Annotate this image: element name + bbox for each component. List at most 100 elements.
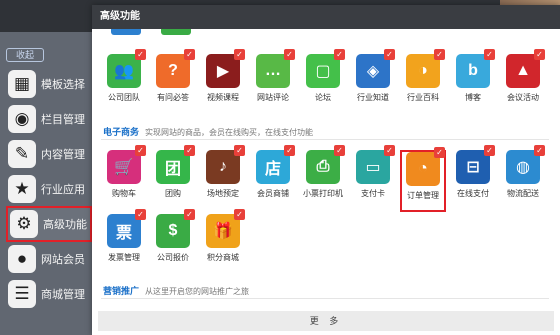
app-name: 公司团队 bbox=[108, 93, 140, 102]
sidebar-item-3[interactable]: ✎ 内容管理 bbox=[6, 136, 92, 172]
app-icon: 🎁 ✓ bbox=[206, 209, 245, 248]
checkmark-icon: ✓ bbox=[184, 49, 195, 60]
app-icon: ▢ ✓ bbox=[306, 49, 345, 88]
app-icon: ▶ ✓ bbox=[206, 49, 245, 88]
star-icon: ★ bbox=[8, 175, 36, 203]
app-glyph: ▶ bbox=[216, 63, 230, 80]
more-button[interactable]: 更 多 bbox=[98, 311, 554, 331]
checkmark-icon: ✓ bbox=[234, 49, 245, 60]
app-icon: … ✓ bbox=[256, 49, 295, 88]
app-tile[interactable]: ◍ ✓ 物流配送 bbox=[500, 145, 546, 212]
checkmark-icon: ✓ bbox=[184, 145, 195, 156]
sidebar-item-6[interactable]: ● 网站会员 bbox=[6, 241, 92, 277]
app-name: 行业百科 bbox=[407, 93, 439, 102]
app-glyph: ◑ bbox=[418, 62, 428, 79]
app-icon: 团 ✓ bbox=[156, 145, 195, 184]
sidebar-item-5[interactable]: ⚙ 高级功能 bbox=[6, 206, 92, 242]
app-icon: ◑ ✓ bbox=[406, 49, 445, 88]
checkmark-icon: ✓ bbox=[484, 145, 495, 156]
checkmark-icon: ✓ bbox=[184, 209, 195, 220]
checkmark-icon: ✓ bbox=[234, 145, 245, 156]
edit-icon: ✎ bbox=[8, 140, 36, 168]
app-glyph: ◍ bbox=[516, 159, 530, 176]
app-tile[interactable]: … ✓ 网站评论 bbox=[250, 49, 296, 116]
app-tile[interactable]: ? ✓ 有问必答 bbox=[150, 49, 196, 116]
sidebar-item-label: 行业应用 bbox=[41, 184, 85, 196]
app-tile[interactable]: 团 ✓ 团购 bbox=[150, 145, 196, 212]
checkmark-icon: ✓ bbox=[135, 49, 146, 60]
app-tile[interactable]: ◔ ✓ 订单管理 bbox=[400, 147, 446, 212]
app-icon: 👥 ✓ bbox=[107, 49, 146, 88]
app-glyph: ▢ bbox=[315, 63, 331, 80]
section-marketing-title: 营销推广 bbox=[103, 286, 140, 296]
app-name: 小票打印机 bbox=[303, 189, 343, 198]
app-glyph: 店 bbox=[264, 161, 281, 178]
app-name: 物流配送 bbox=[507, 189, 539, 198]
app-name: 团购 bbox=[165, 189, 181, 198]
checkmark-icon: ✓ bbox=[534, 49, 545, 60]
app-icon: ⎙ ✓ bbox=[306, 145, 345, 184]
app-glyph: ▲ bbox=[515, 62, 531, 79]
modal-body: 👥 ✓ 公司团队? ✓ 有问必答 ▶ ✓ 视频课程… ✓ 网站评论 ▢ ✓ 论坛 ◈ ✓ 行业知道 ◑ ✓ 行业百科… bbox=[92, 29, 560, 335]
app-tile[interactable]: $ ✓ 公司报价 bbox=[150, 209, 196, 276]
app-tile[interactable]: b ✓ 博客 bbox=[450, 49, 496, 116]
app-name: 积分商城 bbox=[207, 253, 239, 262]
app-icon: ◔ ✓ bbox=[406, 147, 445, 186]
app-icon: ▭ ✓ bbox=[356, 145, 395, 184]
app-glyph: ♪ bbox=[219, 158, 227, 175]
app-tile[interactable]: ♪ ✓ 场地预定 bbox=[200, 145, 246, 212]
app-tile[interactable]: ◑ ✓ 行业百科 bbox=[400, 49, 446, 116]
app-glyph: 🎁 bbox=[213, 223, 233, 240]
section-marketing-subtitle: 从这里开启您的网站推广之旅 bbox=[145, 287, 250, 296]
section-ecommerce-subtitle: 实现网站的商品，会员在线购买，在线支付功能 bbox=[145, 128, 314, 137]
app-tile[interactable]: ⊟ ✓ 在线支付 bbox=[450, 145, 496, 212]
sidebar-item-1[interactable]: ▦ 模板选择 bbox=[6, 66, 92, 102]
app-tile[interactable]: ◈ ✓ 行业知道 bbox=[350, 49, 396, 116]
app-glyph: ? bbox=[168, 62, 178, 79]
sidebar-item-label: 网站会员 bbox=[41, 254, 85, 266]
collapse-button[interactable]: 收起 bbox=[6, 48, 44, 62]
app-tile[interactable]: ▲ ✓ 会议活动 bbox=[500, 49, 546, 116]
app-glyph: ▭ bbox=[365, 159, 381, 176]
checkmark-icon: ✓ bbox=[384, 145, 395, 156]
checkmark-icon: ✓ bbox=[284, 145, 295, 156]
app-name: 场地预定 bbox=[207, 189, 239, 198]
app-name: 订单管理 bbox=[407, 191, 439, 200]
app-glyph: … bbox=[265, 62, 281, 79]
divider bbox=[101, 298, 549, 299]
checkmark-icon: ✓ bbox=[334, 49, 345, 60]
app-tile[interactable]: ▭ ✓ 支付卡 bbox=[350, 145, 396, 212]
app-name: 支付卡 bbox=[361, 189, 385, 198]
sidebar-item-2[interactable]: ◉ 栏目管理 bbox=[6, 101, 92, 137]
checkmark-icon: ✓ bbox=[434, 49, 445, 60]
app-icon: ? ✓ bbox=[156, 49, 195, 88]
sidebar-item-label: 商城管理 bbox=[41, 289, 85, 301]
app-icon: $ ✓ bbox=[156, 209, 195, 248]
app-tile[interactable]: 店 ✓ 会员商铺 bbox=[250, 145, 296, 212]
app-name: 博客 bbox=[465, 93, 481, 102]
checkmark-icon: ✓ bbox=[135, 209, 146, 220]
cart-icon: ☰ bbox=[8, 280, 36, 308]
app-icon: ▲ ✓ bbox=[506, 49, 545, 88]
checkmark-icon: ✓ bbox=[484, 49, 495, 60]
app-tile[interactable]: 票 ✓ 发票管理 bbox=[101, 209, 147, 276]
sidebar-item-4[interactable]: ★ 行业应用 bbox=[6, 171, 92, 207]
sidebar-item-label: 栏目管理 bbox=[41, 114, 85, 126]
app-tile[interactable]: 🎁 ✓ 积分商城 bbox=[200, 209, 246, 276]
app-icon: b ✓ bbox=[456, 49, 495, 88]
checkmark-icon: ✓ bbox=[234, 209, 245, 220]
grid-icon: ▦ bbox=[8, 70, 36, 98]
section-ecommerce: 电子商务 实现网站的商品，会员在线购买，在线支付功能 bbox=[103, 125, 313, 138]
sidebar-item-label: 内容管理 bbox=[41, 149, 85, 161]
app-glyph: ◔ bbox=[418, 160, 428, 177]
section-marketing: 营销推广 从这里开启您的网站推广之旅 bbox=[103, 284, 249, 297]
app-glyph: ⊟ bbox=[466, 159, 480, 176]
app-tile[interactable]: ▶ ✓ 视频课程 bbox=[200, 49, 246, 116]
app-tile[interactable]: ▢ ✓ 论坛 bbox=[300, 49, 346, 116]
sidebar-item-7[interactable]: ☰ 商城管理 bbox=[6, 276, 92, 312]
app-tile[interactable]: ⎙ ✓ 小票打印机 bbox=[300, 145, 346, 212]
app-name: 公司报价 bbox=[157, 253, 189, 262]
app-tile[interactable]: 🛒 ✓ 购物车 bbox=[101, 145, 147, 212]
app-tile[interactable]: 👥 ✓ 公司团队 bbox=[101, 49, 147, 116]
sidebar-item-label: 模板选择 bbox=[41, 79, 85, 91]
